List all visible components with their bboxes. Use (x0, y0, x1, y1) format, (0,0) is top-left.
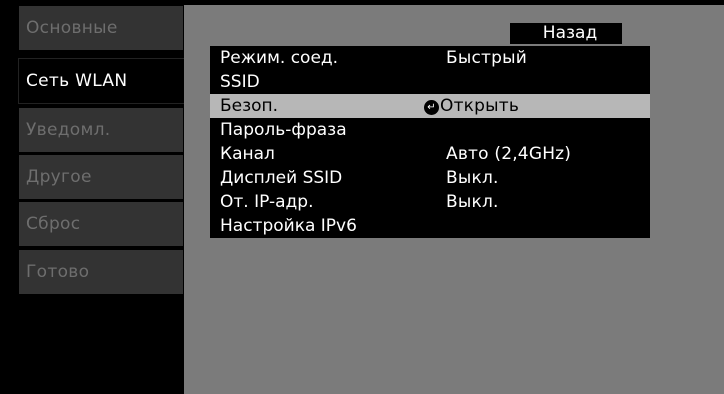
menu-row-ipv6-settings[interactable]: Настройка IPv6 (210, 214, 650, 238)
menu-row-label: Режим. соед. (220, 48, 339, 68)
menu-row-ssid[interactable]: SSID (210, 70, 650, 94)
menu-row-channel[interactable]: Канал Авто (2,4GHz) (210, 142, 650, 166)
menu-row-passphrase[interactable]: Пароль-фраза (210, 118, 650, 142)
menu-row-security[interactable]: Безоп. ↵ Открыть (210, 94, 650, 118)
menu-row-value: Авто (2,4GHz) (446, 144, 572, 164)
sidebar-item-notifications[interactable]: Уведомл. (19, 108, 183, 152)
menu-row-label: SSID (220, 72, 260, 92)
menu-row-ssid-display[interactable]: Дисплей SSID Выкл. (210, 166, 650, 190)
menu-row-value-container: ↵ Открыть (424, 94, 519, 118)
menu-row-ip-display[interactable]: От. IP-адр. Выкл. (210, 190, 650, 214)
menu-row-value: Открыть (440, 96, 520, 116)
menu-row-label: Пароль-фраза (220, 120, 347, 140)
sidebar-item-wlan[interactable]: Сеть WLAN (19, 59, 197, 103)
menu-row-value: Выкл. (446, 192, 499, 212)
back-button[interactable]: Назад (510, 23, 622, 44)
wlan-settings-menu: Режим. соед. Быстрый SSID Безоп. ↵ Открыт… (210, 46, 650, 238)
menu-row-label: Дисплей SSID (220, 168, 343, 188)
sidebar: Основные Сеть WLAN Уведомл. Другое Сброс… (0, 0, 197, 394)
enter-arrow-icon: ↵ (424, 100, 439, 115)
sidebar-item-reset[interactable]: Сброс (19, 202, 183, 246)
sidebar-item-done[interactable]: Готово (19, 250, 183, 294)
menu-row-connection-mode[interactable]: Режим. соед. Быстрый (210, 46, 650, 70)
menu-row-value: Выкл. (446, 168, 499, 188)
menu-row-label: От. IP-адр. (220, 192, 314, 212)
sidebar-item-other[interactable]: Другое (19, 155, 183, 199)
menu-row-value: Быстрый (446, 48, 527, 68)
menu-row-label: Настройка IPv6 (220, 216, 357, 236)
sidebar-item-basic[interactable]: Основные (19, 6, 183, 50)
menu-row-label: Канал (220, 144, 275, 164)
menu-row-label: Безоп. (220, 96, 279, 116)
